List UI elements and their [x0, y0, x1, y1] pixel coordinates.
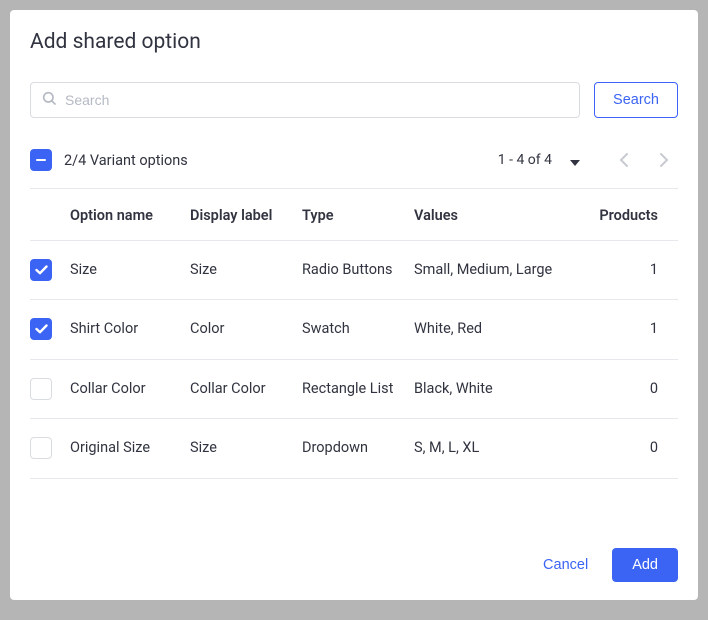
row-checkbox[interactable] [30, 437, 52, 459]
cell-type: Rectangle List [302, 378, 414, 400]
cell-type: Swatch [302, 318, 414, 340]
cell-option-name: Original Size [70, 437, 190, 459]
pagination-range: 1 - 4 of 4 [498, 152, 552, 168]
search-icon [41, 90, 57, 110]
search-button[interactable]: Search [594, 82, 678, 118]
previous-page-button[interactable] [610, 146, 638, 174]
cell-values: Black, White [414, 378, 584, 400]
cell-products: 0 [584, 378, 658, 400]
cell-values: Small, Medium, Large [414, 259, 584, 281]
cell-display-label: Size [190, 259, 302, 281]
modal-title: Add shared option [30, 30, 678, 54]
row-checkbox[interactable] [30, 259, 52, 281]
cell-display-label: Color [190, 318, 302, 340]
table-row: Collar Color Collar Color Rectangle List… [30, 360, 678, 419]
cell-products: 1 [584, 318, 658, 340]
cell-display-label: Size [190, 437, 302, 459]
cell-products: 1 [584, 259, 658, 281]
table-row: Size Size Radio Buttons Small, Medium, L… [30, 241, 678, 300]
cell-type: Radio Buttons [302, 259, 414, 281]
table-row: Shirt Color Color Swatch White, Red 1 [30, 300, 678, 359]
col-values: Values [414, 207, 584, 224]
cell-option-name: Shirt Color [70, 318, 190, 340]
cell-type: Dropdown [302, 437, 414, 459]
search-row: Search [10, 64, 698, 118]
cell-display-label: Collar Color [190, 378, 302, 400]
options-table: Option name Display label Type Values Pr… [10, 189, 698, 479]
col-option-name: Option name [70, 207, 190, 224]
search-box[interactable] [30, 82, 580, 118]
select-all-checkbox-indeterminate[interactable] [30, 149, 52, 171]
cancel-button[interactable]: Cancel [529, 549, 602, 581]
toolbar: 2/4 Variant options 1 - 4 of 4 [10, 118, 698, 188]
page-size-dropdown[interactable] [570, 151, 580, 170]
add-shared-option-modal: Add shared option Search 2/4 Variant opt… [10, 10, 698, 600]
modal-header: Add shared option [10, 10, 698, 64]
row-checkbox[interactable] [30, 318, 52, 340]
table-row: Original Size Size Dropdown S, M, L, XL … [30, 419, 678, 478]
cell-values: White, Red [414, 318, 584, 340]
row-checkbox[interactable] [30, 378, 52, 400]
row-checkbox-cell [30, 259, 70, 281]
cell-values: S, M, L, XL [414, 437, 584, 459]
cell-option-name: Size [70, 259, 190, 281]
search-input[interactable] [65, 92, 569, 108]
row-checkbox-cell [30, 378, 70, 400]
next-page-button[interactable] [650, 146, 678, 174]
add-button[interactable]: Add [612, 548, 678, 582]
col-products: Products [584, 207, 658, 224]
row-checkbox-cell [30, 318, 70, 340]
table-header: Option name Display label Type Values Pr… [30, 189, 678, 241]
cell-option-name: Collar Color [70, 378, 190, 400]
col-display-label: Display label [190, 207, 302, 224]
col-type: Type [302, 207, 414, 224]
selection-summary: 2/4 Variant options [64, 152, 486, 169]
row-checkbox-cell [30, 437, 70, 459]
modal-footer: Cancel Add [10, 530, 698, 600]
cell-products: 0 [584, 437, 658, 459]
